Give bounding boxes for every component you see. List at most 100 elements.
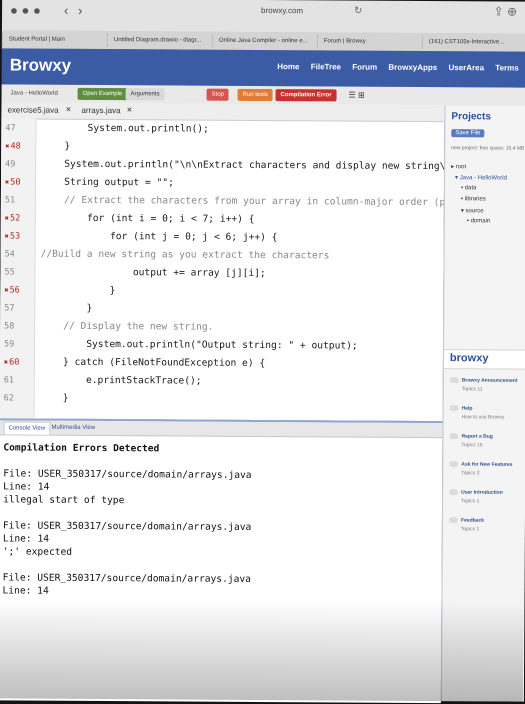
- nav-terms[interactable]: Terms: [495, 63, 518, 72]
- address-bar[interactable]: browxy.com: [212, 6, 352, 16]
- tree-item-domain[interactable]: ▪ domain: [467, 218, 491, 224]
- code-line[interactable]: }: [40, 303, 92, 315]
- save-file-button[interactable]: Save File: [451, 129, 484, 137]
- nav-browxyapps[interactable]: BrowxyApps: [388, 63, 437, 72]
- code-line[interactable]: }: [40, 393, 69, 405]
- forum-topic-title: User Introduction: [461, 490, 503, 496]
- line-number: 56: [0, 284, 34, 296]
- project-hint: new project: free space: 15.4 MB: [451, 145, 524, 151]
- app-header: Browxy Home FileTree Forum BrowxyApps Us…: [2, 48, 525, 87]
- tree-item-project[interactable]: ▾ Java - HelloWorld: [455, 174, 507, 181]
- code-line[interactable]: }: [40, 285, 115, 297]
- code-line[interactable]: output += array [j][i];: [40, 267, 265, 280]
- tab-console-view[interactable]: Console View: [3, 421, 50, 434]
- projects-panel: Projects Save File new project: free spa…: [441, 105, 525, 701]
- code-line[interactable]: //Build a new string as you extract the …: [41, 249, 330, 263]
- tab-multimedia-view[interactable]: Multimedia View: [47, 422, 99, 434]
- browser-tab[interactable]: Online Java Compiler - online e...: [212, 34, 324, 49]
- tree-item-root[interactable]: ▸ root: [451, 163, 466, 170]
- forum-topic-meta: Topics 1: [461, 498, 479, 504]
- reload-icon[interactable]: ↻: [354, 6, 362, 17]
- top-nav: Home FileTree Forum BrowxyApps UserArea …: [268, 62, 519, 73]
- tree-item-libraries[interactable]: ▪ libraries: [461, 196, 486, 202]
- code-line[interactable]: }: [41, 141, 70, 153]
- file-tab-arrays[interactable]: arrays.java: [81, 106, 120, 115]
- console-line: Line: 14: [2, 585, 48, 597]
- nav-home[interactable]: Home: [277, 62, 299, 71]
- forum-topic-title: Ask for New Features: [461, 462, 512, 468]
- forum-icon: [449, 433, 458, 439]
- code-line[interactable]: System.out.println("\n\nExtract characte…: [41, 159, 468, 174]
- breadcrumb[interactable]: Java - HelloWorld: [6, 87, 63, 99]
- close-icon[interactable]: ✕: [126, 106, 132, 114]
- console-line: File: USER_350317/source/domain/arrays.j…: [3, 572, 251, 586]
- code-editor[interactable]: exercise5.java ✕ arrays.java ✕ 474849505…: [0, 102, 444, 421]
- forum-topic[interactable]: User Introduction: [449, 489, 503, 496]
- browser-toolbar: ● ● ● ‹ › browxy.com ↻ ⇪ ⊕: [2, 0, 525, 35]
- code-line[interactable]: // Display the new string.: [40, 321, 213, 334]
- file-tab-exercise5[interactable]: exercise5.java: [7, 105, 58, 114]
- forum-topic[interactable]: Help: [450, 405, 473, 411]
- window-controls[interactable]: ● ● ●: [10, 2, 41, 17]
- forum-icon: [450, 405, 459, 411]
- line-number: 62: [0, 392, 34, 404]
- console-panel: Console View Multimedia View Compilation…: [0, 418, 443, 703]
- stop-button[interactable]: Stop: [207, 89, 229, 101]
- forum-icon: [449, 517, 458, 523]
- code-line[interactable]: } catch (FileNotFoundException e) {: [40, 357, 265, 370]
- forum-topic[interactable]: Browxy Announcement: [450, 377, 518, 384]
- browser-tab[interactable]: Forum | Browxy: [317, 34, 429, 49]
- console-tabs: Console View Multimedia View: [0, 420, 443, 438]
- forum-topic-meta: How to use Browxy: [462, 414, 505, 420]
- forum-topic[interactable]: Feedback: [449, 517, 484, 524]
- forum-topic-meta: Topics 2: [461, 470, 479, 476]
- line-number: 53: [1, 230, 35, 242]
- line-number: 59: [0, 338, 34, 350]
- forward-icon[interactable]: ›: [78, 3, 82, 18]
- console-line: ';' expected: [3, 546, 72, 558]
- forum-topic-title: Browxy Announcement: [462, 378, 518, 384]
- forum-topic-title: Help: [462, 406, 473, 412]
- forum-topic[interactable]: Ask for New Features: [449, 461, 512, 468]
- code-line[interactable]: for (int i = 0; i < 7; i++) {: [41, 213, 255, 226]
- line-number: 57: [0, 302, 34, 314]
- layout-grid-icon[interactable]: ☰ ⊞: [344, 89, 370, 101]
- code-line[interactable]: System.out.println();: [41, 123, 209, 136]
- browser-tab[interactable]: (161) CST105s-Interactive...: [422, 35, 525, 50]
- code-line[interactable]: System.out.println("Output string: " + o…: [40, 339, 358, 353]
- line-number: 55: [0, 266, 34, 278]
- line-number: 47: [1, 122, 35, 134]
- tree-item-source[interactable]: ▾ source: [461, 207, 484, 214]
- line-number: 49: [1, 158, 35, 170]
- console-line: Line: 14: [3, 481, 49, 493]
- arguments-button[interactable]: Arguments: [126, 88, 165, 100]
- forum-topic-meta: Topics 1: [461, 526, 479, 532]
- console-line: File: USER_350317/source/domain/arrays.j…: [3, 468, 251, 482]
- tree-item-data[interactable]: ▪ data: [461, 185, 477, 191]
- projects-title: Projects: [451, 111, 491, 122]
- nav-filetree[interactable]: FileTree: [311, 62, 341, 71]
- forum-topic-title: Report a Bug: [461, 434, 492, 440]
- code-line[interactable]: e.printStackTrace();: [40, 375, 202, 388]
- line-number: 58: [0, 320, 34, 332]
- nav-userarea[interactable]: UserArea: [448, 63, 484, 72]
- browxy-view-title: browxy: [450, 352, 489, 364]
- code-line[interactable]: String output = "";: [41, 177, 174, 190]
- open-example-button[interactable]: Open Example: [78, 88, 128, 100]
- browxy-logo[interactable]: Browxy: [10, 55, 72, 75]
- close-icon[interactable]: ✕: [65, 106, 71, 114]
- console-line: illegal start of type: [3, 494, 124, 507]
- forum-topic-title: Feedback: [461, 518, 484, 524]
- share-icon[interactable]: ⇪ ⊕: [494, 4, 518, 18]
- compilation-error-badge[interactable]: Compilation Error: [276, 89, 337, 101]
- browser-tab[interactable]: Student Portal | Main: [2, 32, 114, 47]
- console-line: Line: 14: [3, 533, 49, 545]
- nav-forum[interactable]: Forum: [352, 63, 377, 72]
- back-icon[interactable]: ‹: [64, 3, 68, 18]
- browser-tab[interactable]: Untitled Diagram.drawio - diagr...: [107, 33, 219, 48]
- forum-topic[interactable]: Report a Bug: [449, 433, 492, 440]
- line-number: 48: [1, 140, 35, 152]
- code-line[interactable]: for (int j = 0; j < 6; j++) {: [41, 231, 278, 244]
- line-number: 60: [0, 356, 34, 368]
- run-tests-button[interactable]: Run tests: [238, 89, 273, 101]
